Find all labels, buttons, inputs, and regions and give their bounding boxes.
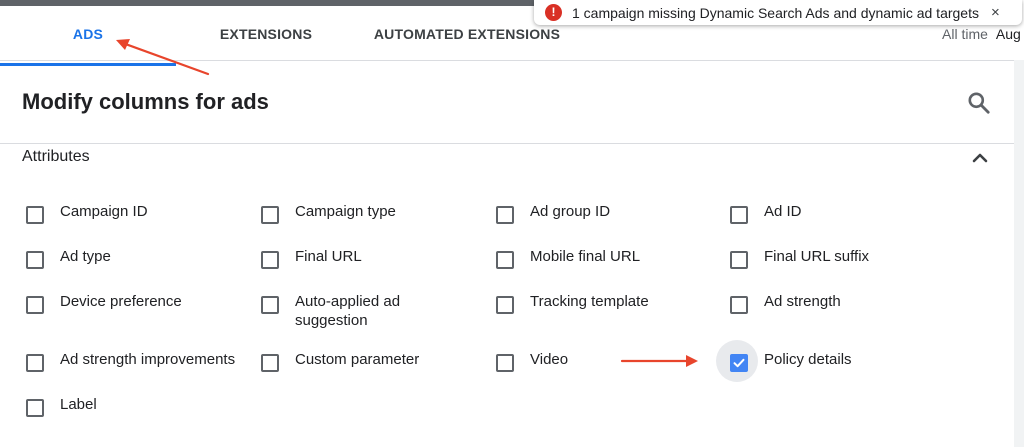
option-label: Ad group ID [530,203,611,220]
page-title: Modify columns for ads [22,89,269,114]
option-label: Auto-applied ad suggestion [295,293,401,329]
checkbox[interactable] [26,354,44,372]
option-campaign-type[interactable]: Campaign type [261,203,495,224]
checkbox[interactable] [26,251,44,269]
option-label: Campaign ID [60,203,148,220]
option-campaign-id[interactable]: Campaign ID [26,203,260,224]
option-label: Mobile final URL [530,248,641,265]
close-icon[interactable]: × [991,4,1000,21]
option-label-column[interactable]: Label [26,396,260,417]
option-label: Final URL suffix [764,248,870,265]
option-auto-applied-ad-suggestion[interactable]: Auto-applied ad suggestion [261,293,445,330]
search-icon[interactable] [966,90,992,116]
chevron-up-icon[interactable] [968,146,992,170]
option-label: Video [530,351,569,368]
option-label: Tracking template [530,293,649,310]
missing-dsa-alert: ! 1 campaign missing Dynamic Search Ads … [534,0,1022,25]
checkbox[interactable] [730,206,748,224]
tab-extensions[interactable]: EXTENSIONS [176,6,356,60]
checkbox[interactable] [261,296,279,314]
option-label: Ad strength [764,293,841,310]
option-ad-strength[interactable]: Ad strength [730,293,964,314]
checkbox[interactable] [496,296,514,314]
header-divider [0,143,1014,144]
option-label: Campaign type [295,203,396,220]
option-label: Policy details [764,351,852,368]
option-label: Custom parameter [295,351,420,368]
section-title-attributes: Attributes [22,148,90,165]
option-label: Device preference [60,293,182,310]
option-device-preference[interactable]: Device preference [26,293,260,314]
option-ad-strength-improvements[interactable]: Ad strength improvements [26,351,260,372]
option-mobile-final-url[interactable]: Mobile final URL [496,248,730,269]
option-policy-details[interactable]: Policy details [730,351,964,372]
option-label: Ad ID [764,203,802,220]
checkbox[interactable] [730,296,748,314]
checkbox[interactable] [261,354,279,372]
checkbox[interactable] [496,206,514,224]
check-icon [733,358,745,368]
option-label: Final URL [295,248,362,265]
checkbox[interactable] [730,251,748,269]
checkbox[interactable] [26,399,44,417]
option-ad-type[interactable]: Ad type [26,248,260,269]
checkbox[interactable] [261,206,279,224]
option-label: Ad type [60,248,111,265]
option-final-url-suffix[interactable]: Final URL suffix [730,248,964,269]
date-range[interactable]: All time Aug [942,26,1021,42]
option-video[interactable]: Video [496,351,730,372]
option-final-url[interactable]: Final URL [261,248,495,269]
option-ad-group-id[interactable]: Ad group ID [496,203,730,224]
option-ad-id[interactable]: Ad ID [730,203,964,224]
checkbox-checked[interactable] [730,354,748,372]
scrollbar-track[interactable] [1014,60,1024,447]
checkbox[interactable] [496,354,514,372]
checkbox[interactable] [261,251,279,269]
option-custom-parameter[interactable]: Custom parameter [261,351,495,372]
option-tracking-template[interactable]: Tracking template [496,293,730,314]
option-label: Label [60,396,97,413]
active-tab-indicator [0,63,176,66]
checkbox[interactable] [496,251,514,269]
checkbox[interactable] [26,296,44,314]
alert-message: 1 campaign missing Dynamic Search Ads an… [572,4,979,21]
date-range-month: Aug [995,26,1021,42]
checkbox[interactable] [26,206,44,224]
date-range-label: All time [942,26,988,42]
error-icon: ! [545,4,562,21]
tab-ads[interactable]: ADS [0,6,176,60]
option-label: Ad strength improvements [60,351,236,368]
